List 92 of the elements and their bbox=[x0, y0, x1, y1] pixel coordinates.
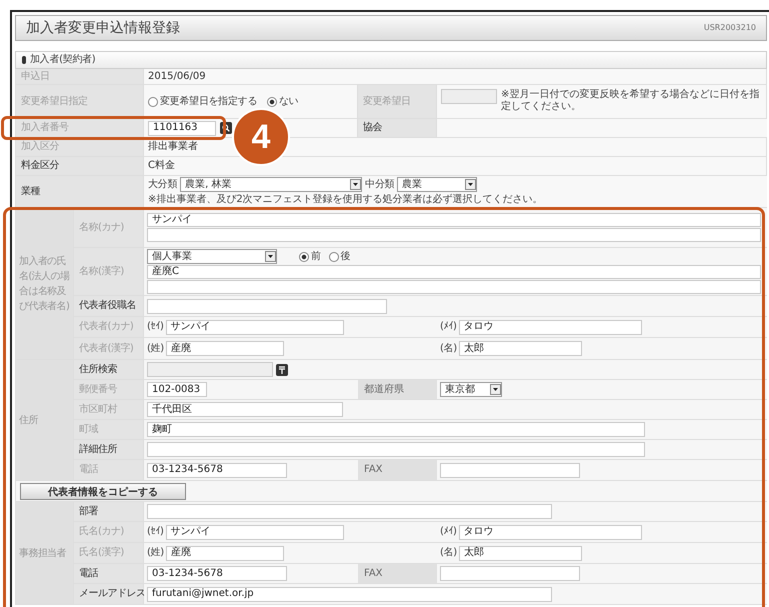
input-field[interactable]: 産廃 bbox=[166, 546, 284, 560]
field-label: 名称(漢字) bbox=[74, 248, 144, 295]
field-label: 申込日 bbox=[16, 69, 144, 84]
field-prefix: (ﾒｲ) bbox=[440, 321, 457, 333]
field-label: 代表者役職名 bbox=[74, 296, 144, 316]
note-text: ※排出事業者、及び2次マニフェスト登録を使用する処分業者は必ず選択してください。 bbox=[148, 194, 544, 206]
field-label: 名称(カナ) bbox=[74, 208, 144, 247]
radio-button[interactable] bbox=[328, 252, 339, 262]
input-field[interactable]: 102-0083 bbox=[147, 382, 207, 397]
field-label: 電話 bbox=[74, 564, 144, 583]
field-prefix: (名) bbox=[440, 342, 457, 354]
input-field[interactable]: 産廃 bbox=[166, 341, 284, 356]
group-label: 事務担当者 bbox=[16, 502, 74, 604]
field-prefix: (ﾒｲ) bbox=[440, 526, 457, 538]
field-value: C料金 bbox=[148, 160, 175, 172]
field-label: FAX bbox=[358, 460, 437, 480]
member-number-field[interactable]: 1101163 bbox=[148, 120, 216, 136]
input-field[interactable] bbox=[147, 504, 552, 519]
input-field[interactable]: 太郎 bbox=[458, 546, 582, 560]
caret-icon bbox=[465, 179, 476, 190]
radio-button[interactable] bbox=[267, 96, 278, 106]
field-label: 変更希望日 bbox=[358, 85, 437, 118]
input-field[interactable]: 麹町 bbox=[147, 422, 645, 437]
group-label: 加入者の氏名(法人の場合は名称及び代表者名) bbox=[16, 208, 74, 359]
section-title: 加入者(契約者) bbox=[30, 54, 96, 66]
field-label: 郵便番号 bbox=[74, 380, 144, 399]
field-label: メールアドレス bbox=[74, 584, 144, 604]
field-label: 電話 bbox=[74, 460, 144, 480]
input-field[interactable]: サンパイ bbox=[166, 524, 344, 540]
major-category-select[interactable]: 農業, 林業 bbox=[180, 177, 362, 192]
input-field[interactable] bbox=[440, 566, 580, 581]
page-title: 加入者変更申込情報登録 bbox=[26, 20, 180, 36]
radio-label: 変更希望日を指定する bbox=[160, 96, 258, 108]
field-prefix: (姓) bbox=[147, 547, 164, 559]
field-label: 部署 bbox=[74, 502, 144, 521]
input-field[interactable]: サンパイ bbox=[166, 320, 344, 334]
field-prefix: (名) bbox=[440, 547, 457, 559]
field-prefix: (姓) bbox=[147, 342, 164, 354]
input-field[interactable]: furutani@jwnet.or.jp bbox=[147, 586, 552, 602]
caret-icon bbox=[265, 251, 276, 262]
input-field[interactable]: 産廃C bbox=[147, 265, 761, 279]
radio-button[interactable] bbox=[148, 96, 158, 106]
input-field[interactable]: タロウ bbox=[458, 524, 642, 540]
field-label: 住所検索 bbox=[74, 360, 144, 379]
field-label: 氏名(カナ) bbox=[74, 522, 144, 542]
field-label: 市区町村 bbox=[74, 400, 144, 419]
field-label: 加入者番号 bbox=[16, 119, 144, 137]
field-label: 代表者(カナ) bbox=[74, 317, 144, 337]
caret-icon bbox=[490, 384, 501, 395]
group-label: 住所 bbox=[16, 360, 74, 480]
screen-id: USR2003210 bbox=[704, 22, 756, 34]
input-field[interactable]: サンパイ bbox=[147, 213, 761, 227]
input-field[interactable] bbox=[147, 442, 645, 457]
bullet-icon bbox=[22, 56, 26, 64]
type-select[interactable]: 個人事業 bbox=[147, 249, 277, 264]
input-field[interactable] bbox=[440, 462, 580, 478]
field-label: 町域 bbox=[74, 420, 144, 439]
radio-label: ない bbox=[279, 96, 298, 108]
input-field[interactable]: 03-1234-5678 bbox=[147, 462, 287, 478]
field-label: 業種 bbox=[16, 176, 144, 207]
postcode-icon[interactable] bbox=[276, 364, 288, 376]
field-label: 都道府県 bbox=[358, 380, 437, 399]
input-field[interactable]: 太郎 bbox=[458, 341, 582, 356]
field-value: 排出事業者 bbox=[148, 141, 198, 153]
radio-button[interactable] bbox=[299, 252, 309, 262]
radio-label: 後 bbox=[340, 250, 350, 262]
input-field[interactable] bbox=[147, 362, 273, 377]
field-value: 2015/06/09 bbox=[148, 70, 206, 82]
field-label: 氏名(漢字) bbox=[74, 543, 144, 563]
input-field[interactable]: 03-1234-5678 bbox=[147, 566, 287, 581]
input-field[interactable]: タロウ bbox=[458, 320, 642, 334]
field-prefix: (ｾｲ) bbox=[147, 321, 164, 333]
note-text: ※翌月一日付での変更反映を希望する場合などに日付を指定してください。 bbox=[501, 89, 760, 113]
field-label: 料金区分 bbox=[16, 157, 144, 175]
date-field[interactable] bbox=[441, 89, 497, 104]
field-prefix: (ｾｲ) bbox=[147, 526, 164, 538]
field-label: 大分類 bbox=[148, 178, 178, 190]
field-label: FAX bbox=[358, 564, 437, 583]
input-field[interactable] bbox=[147, 298, 387, 314]
input-field[interactable] bbox=[147, 280, 761, 294]
copy-button[interactable]: 代表者情報をコピーする bbox=[20, 483, 186, 500]
field-label: 中分類 bbox=[365, 178, 394, 190]
minor-category-select[interactable]: 農業 bbox=[397, 177, 478, 192]
field-label: 変更希望日指定 bbox=[16, 85, 144, 118]
field-label: 協会 bbox=[358, 119, 437, 137]
field-label: 詳細住所 bbox=[74, 440, 144, 459]
input-field[interactable]: 千代田区 bbox=[147, 402, 343, 417]
caret-icon bbox=[350, 179, 362, 190]
prefecture-select[interactable]: 東京都 bbox=[440, 382, 502, 397]
field-label: 代表者(漢字) bbox=[74, 338, 144, 359]
radio-label: 前 bbox=[311, 250, 321, 262]
input-field[interactable] bbox=[147, 228, 761, 242]
